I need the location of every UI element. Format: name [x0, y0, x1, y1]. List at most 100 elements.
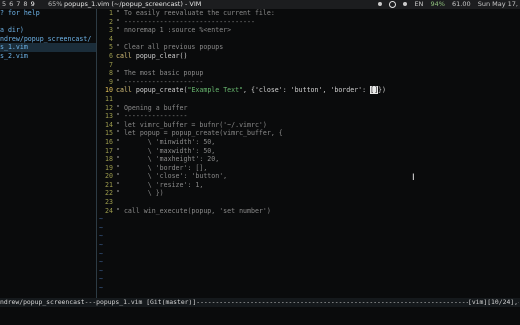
- line-number: 12: [105, 103, 113, 112]
- line-number: 13: [105, 112, 113, 121]
- workspace-9[interactable]: 9: [31, 0, 35, 8]
- code-token: " \ 'minwidth': 50,: [116, 137, 216, 146]
- temperature-indicator: 61.00: [452, 0, 471, 8]
- line-number: 10: [105, 86, 113, 95]
- network-icon[interactable]: [378, 2, 383, 6]
- file-tree-pane[interactable]: ? for help a dir) ndrew/popup_screencast/s…: [0, 9, 96, 298]
- language-indicator[interactable]: EN: [414, 0, 423, 8]
- line-number: 11: [105, 94, 113, 103]
- line-number: 24: [105, 206, 113, 215]
- line-number: 18: [105, 155, 113, 164]
- status-line: ndrew/popup_screencast---popups_1.vim [G…: [0, 298, 520, 307]
- code-line[interactable]: 11: [99, 95, 520, 104]
- code-line[interactable]: 14 " let vimrc_buffer = bufnr('~/.vimrc'): [99, 121, 520, 130]
- line-number: 3: [109, 26, 113, 35]
- file-tree-line[interactable]: s_2.vim: [0, 52, 96, 61]
- workspace-6[interactable]: 6: [9, 0, 13, 8]
- line-number: 15: [105, 129, 113, 138]
- code-line[interactable]: 22 " \ }): [99, 189, 520, 198]
- code-token: " Clear all previous popups: [116, 43, 224, 52]
- workspace-5[interactable]: 5: [2, 0, 6, 8]
- line-number: 9: [109, 77, 113, 86]
- window-title: popups_1.vim (~/popup_screencast) - VIM: [64, 0, 202, 8]
- editor-pane[interactable]: 1 " To easily reevaluate the current file…: [99, 9, 520, 298]
- empty-line-marker: ~: [99, 258, 103, 267]
- code-token: popup_clear(): [131, 51, 188, 60]
- clock[interactable]: Sun May 17,: [478, 0, 518, 8]
- split-divider[interactable]: [96, 9, 98, 298]
- code-token: " \ 'close': 'button',: [116, 172, 228, 181]
- code-line[interactable]: 4: [99, 35, 520, 44]
- status-left: ndrew/popup_screencast---popups_1.vim [G…: [0, 298, 520, 306]
- code-token: " To easily reevaluate the current file:: [116, 9, 275, 17]
- line-number: 22: [105, 189, 113, 198]
- workspace-7[interactable]: 7: [16, 0, 20, 8]
- file-tree-line[interactable]: ? for help: [0, 9, 96, 18]
- empty-line-marker: ~: [99, 284, 103, 292]
- empty-line-marker: ~: [99, 223, 103, 232]
- workspace-8[interactable]: 8: [23, 0, 27, 8]
- power-icon[interactable]: [389, 1, 397, 8]
- code-token: }): [378, 86, 386, 95]
- code-line[interactable]: 23: [99, 198, 520, 207]
- status-position: [vim][10/24],: [467, 298, 518, 307]
- top-bar: 56789 65% popups_1.vim (~/popup_screenca…: [0, 0, 520, 9]
- code-token: call: [116, 51, 132, 60]
- mouse-cursor-icon: I: [412, 173, 415, 183]
- line-number: 20: [105, 172, 113, 181]
- code-line[interactable]: 16 " \ 'minwidth': 50,: [99, 138, 520, 147]
- line-number: 1: [109, 9, 113, 17]
- code-line[interactable]: 7: [99, 61, 520, 70]
- code-line[interactable]: 15 " let popup = popup_create(vimrc_buffe…: [99, 129, 520, 138]
- code-token: " nnoremap 1 :source %<enter>: [116, 26, 232, 35]
- line-number: 2: [109, 17, 113, 26]
- code-token: " \ 'maxwidth': 50,: [116, 146, 216, 155]
- code-token: " let vimrc_buffer = bufnr('~/.vimrc'): [116, 120, 267, 129]
- file-tree-line[interactable]: s_1.vim: [0, 43, 96, 52]
- code-token: popup_create(: [131, 86, 188, 95]
- code-line[interactable]: 21 " \ 'resize': 1,: [99, 181, 520, 190]
- code-line[interactable]: 3 " nnoremap 1 :source %<enter>: [99, 26, 520, 35]
- code-line[interactable]: 19 " \ 'border': [],: [99, 164, 520, 173]
- code-token: , {'close': 'button', 'border':: [243, 86, 371, 95]
- code-token: " ----------------: [116, 112, 188, 121]
- code-line[interactable]: 1 " To easily reevaluate the current file…: [99, 9, 520, 18]
- code-line[interactable]: 8 " The most basic popup: [99, 69, 520, 78]
- code-token: " Opening a buffer: [116, 103, 188, 112]
- line-number: 21: [105, 180, 113, 189]
- file-tree-line[interactable]: [0, 18, 96, 27]
- code-line[interactable]: 17 " \ 'maxwidth': 50,: [99, 147, 520, 156]
- code-token: " ---------------------------------: [116, 17, 255, 26]
- code-line[interactable]: 13 " ----------------: [99, 112, 520, 121]
- code-line[interactable]: 18 " \ 'maxheight': 20,: [99, 155, 520, 164]
- code-token: " --------------------: [116, 77, 204, 86]
- file-tree-line[interactable]: ndrew/popup_screencast/: [0, 35, 96, 44]
- line-number: 6: [109, 51, 113, 60]
- empty-line-marker: ~: [99, 275, 103, 284]
- code-token: " The most basic popup: [116, 69, 204, 78]
- code-line[interactable]: 20 " \ 'close': 'button',: [99, 172, 520, 181]
- code-token: " \ 'resize': 1,: [116, 180, 204, 189]
- line-number: 8: [109, 69, 113, 78]
- empty-line-marker: ~: [99, 232, 103, 241]
- workspace-list: 56789: [2, 0, 38, 9]
- code-line[interactable]: 6 call popup_clear(): [99, 52, 520, 61]
- code-token: " \ 'maxheight': 20,: [116, 155, 220, 164]
- bluetooth-icon[interactable]: [403, 2, 408, 6]
- code-line[interactable]: 24 " call win_execute(popup, 'set number'…: [99, 207, 520, 216]
- code-token: "Example Text": [187, 86, 244, 95]
- empty-line-marker: ~: [99, 249, 103, 258]
- line-number: 7: [109, 60, 113, 69]
- empty-line-marker: ~: [99, 241, 103, 250]
- line-number: 4: [109, 34, 113, 43]
- line-number: 19: [105, 163, 113, 172]
- line-number: 23: [105, 198, 113, 207]
- code-token: " call win_execute(popup, 'set number'): [116, 206, 271, 215]
- code-line[interactable]: 10 call popup_create("Example Text", {'cl…: [99, 86, 520, 95]
- text-cursor: []: [370, 86, 379, 95]
- code-line[interactable]: 5 " Clear all previous popups: [99, 43, 520, 52]
- code-line[interactable]: 9 " --------------------: [99, 78, 520, 87]
- code-line[interactable]: 2 " ---------------------------------: [99, 18, 520, 27]
- code-line[interactable]: 12 " Opening a buffer: [99, 104, 520, 113]
- file-tree-line[interactable]: a dir): [0, 26, 96, 35]
